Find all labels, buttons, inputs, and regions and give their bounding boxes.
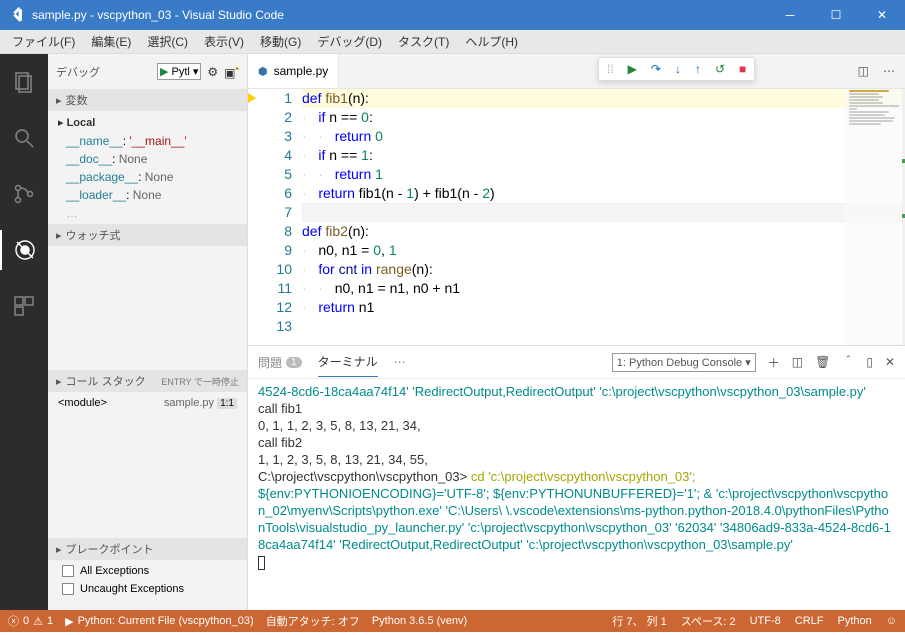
status-cursor-pos[interactable]: 行 7、 列 1 xyxy=(612,613,666,629)
search-icon[interactable] xyxy=(0,118,48,158)
menu-file[interactable]: ファイル(F) xyxy=(4,30,83,53)
status-errors[interactable]: ⓧ 0 ⚠ 1 xyxy=(8,613,53,629)
new-terminal-icon[interactable]: ＋ xyxy=(768,354,780,371)
status-feedback-icon[interactable]: ☺ xyxy=(886,613,897,629)
bottom-panel: 問題1 ターミナル ⋯ 1: Python Debug Console ▾ ＋ … xyxy=(248,345,905,610)
maximize-button[interactable]: ☐ xyxy=(813,0,859,30)
breakpoint-row[interactable]: All Exceptions xyxy=(48,562,247,580)
code-editor[interactable]: 12345678910111213 def fib1(n):· if n == … xyxy=(248,89,905,345)
stop-button[interactable]: ■ xyxy=(739,62,746,76)
breakpoint-row[interactable]: Uncaught Exceptions xyxy=(48,580,247,598)
split-terminal-icon[interactable]: ◫ xyxy=(792,355,803,369)
section-breakpoints[interactable]: ▸ ブレークポイント xyxy=(48,538,247,560)
extensions-icon[interactable] xyxy=(0,286,48,326)
python-file-icon: ⬢ xyxy=(258,65,268,78)
terminal-dropdown[interactable]: 1: Python Debug Console ▾ xyxy=(612,353,756,372)
debug-label: デバッグ xyxy=(56,64,151,80)
debug-sidebar: デバッグ ▶Pytl▾ ⚙ ▣• ▸ 変数 ▸ Local __name__: … xyxy=(48,54,248,610)
tab-sample-py[interactable]: ⬢ sample.py xyxy=(248,54,339,88)
section-watch[interactable]: ▸ ウォッチ式 xyxy=(48,224,247,246)
variable-row[interactable]: __doc__: None xyxy=(48,150,247,168)
debug-header: デバッグ ▶Pytl▾ ⚙ ▣• xyxy=(48,54,247,89)
debug-config-dropdown[interactable]: ▶Pytl▾ xyxy=(157,63,201,80)
status-launch-config[interactable]: ▶ Python: Current File (vscpython_03) xyxy=(65,615,254,628)
checkbox[interactable] xyxy=(62,565,74,577)
panel-tab-more[interactable]: ⋯ xyxy=(394,349,406,375)
continue-button[interactable]: ▶ xyxy=(628,62,637,76)
drag-handle-icon[interactable]: ⁞⁞ xyxy=(607,62,614,76)
checkbox[interactable] xyxy=(62,583,74,595)
more-icon[interactable]: ⋯ xyxy=(883,64,895,78)
variable-row[interactable]: __loader__: None xyxy=(48,186,247,204)
panel-tab-problems[interactable]: 問題1 xyxy=(258,348,302,377)
menu-edit[interactable]: 編集(E) xyxy=(83,30,139,53)
variable-row[interactable]: __package__: None xyxy=(48,168,247,186)
status-python-env[interactable]: Python 3.6.5 (venv) xyxy=(372,615,467,627)
variable-row: … xyxy=(48,204,247,222)
status-eol[interactable]: CRLF xyxy=(795,613,824,629)
step-out-button[interactable]: ↑ xyxy=(695,62,701,76)
scm-icon[interactable] xyxy=(0,174,48,214)
menu-debug[interactable]: デバッグ(D) xyxy=(309,30,390,53)
debug-icon[interactable] xyxy=(0,230,48,270)
step-into-button[interactable]: ↓ xyxy=(675,62,681,76)
split-editor-icon[interactable]: ◫ xyxy=(858,64,869,78)
menu-view[interactable]: 表示(V) xyxy=(196,30,252,53)
tab-label: sample.py xyxy=(274,64,329,78)
menu-select[interactable]: 選択(C) xyxy=(139,30,196,53)
statusbar: ⓧ 0 ⚠ 1 ▶ Python: Current File (vscpytho… xyxy=(0,610,905,632)
callstack-frame[interactable]: <module> sample.py 1:1 xyxy=(48,394,247,412)
debug-toolbar[interactable]: ⁞⁞ ▶ ↷ ↓ ↑ ↺ ■ xyxy=(598,57,755,81)
kill-terminal-icon[interactable]: 🗑 xyxy=(815,355,830,369)
menubar: ファイル(F) 編集(E) 選択(C) 表示(V) 移動(G) デバッグ(D) … xyxy=(0,30,905,54)
menu-go[interactable]: 移動(G) xyxy=(252,30,309,53)
editor-tabs: ⬢ sample.py ⁞⁞ ▶ ↷ ↓ ↑ ↺ ■ ◫ ⋯ xyxy=(248,54,905,89)
status-lang[interactable]: Python xyxy=(838,613,872,629)
panel-tab-terminal[interactable]: ターミナル xyxy=(318,347,378,377)
gear-icon[interactable]: ⚙ xyxy=(207,65,218,79)
step-over-button[interactable]: ↷ xyxy=(651,62,661,76)
activitybar xyxy=(0,54,48,610)
menu-help[interactable]: ヘルプ(H) xyxy=(457,30,526,53)
local-scope[interactable]: ▸ Local xyxy=(48,113,247,132)
restart-button[interactable]: ↺ xyxy=(715,62,725,76)
close-panel-icon[interactable]: ✕ xyxy=(885,355,895,369)
minimize-button[interactable]: ─ xyxy=(767,0,813,30)
minimap[interactable] xyxy=(845,89,905,345)
explorer-icon[interactable] xyxy=(0,62,48,102)
section-callstack[interactable]: ▸ コール スタックENTRY で一時停止 xyxy=(48,370,247,392)
status-encoding[interactable]: UTF-8 xyxy=(750,613,781,629)
titlebar[interactable]: sample.py - vscpython_03 - Visual Studio… xyxy=(0,0,905,30)
terminal-content[interactable]: 4524-8cd6-18ca4aa74f14' 'RedirectOutput,… xyxy=(248,379,905,610)
vscode-icon xyxy=(8,7,24,23)
variable-row[interactable]: __name__: '__main__' xyxy=(48,132,247,150)
close-button[interactable]: ✕ xyxy=(859,0,905,30)
menu-task[interactable]: タスク(T) xyxy=(390,30,457,53)
move-panel-icon[interactable]: ▯ xyxy=(866,355,873,369)
debug-console-icon[interactable]: ▣• xyxy=(224,64,239,80)
status-indent[interactable]: スペース: 2 xyxy=(681,613,736,629)
maximize-panel-icon[interactable]: ＾ xyxy=(842,354,854,371)
status-auto-attach[interactable]: 自動アタッチ: オフ xyxy=(266,613,360,629)
section-variables[interactable]: ▸ 変数 xyxy=(48,89,247,111)
window-title: sample.py - vscpython_03 - Visual Studio… xyxy=(32,8,767,22)
